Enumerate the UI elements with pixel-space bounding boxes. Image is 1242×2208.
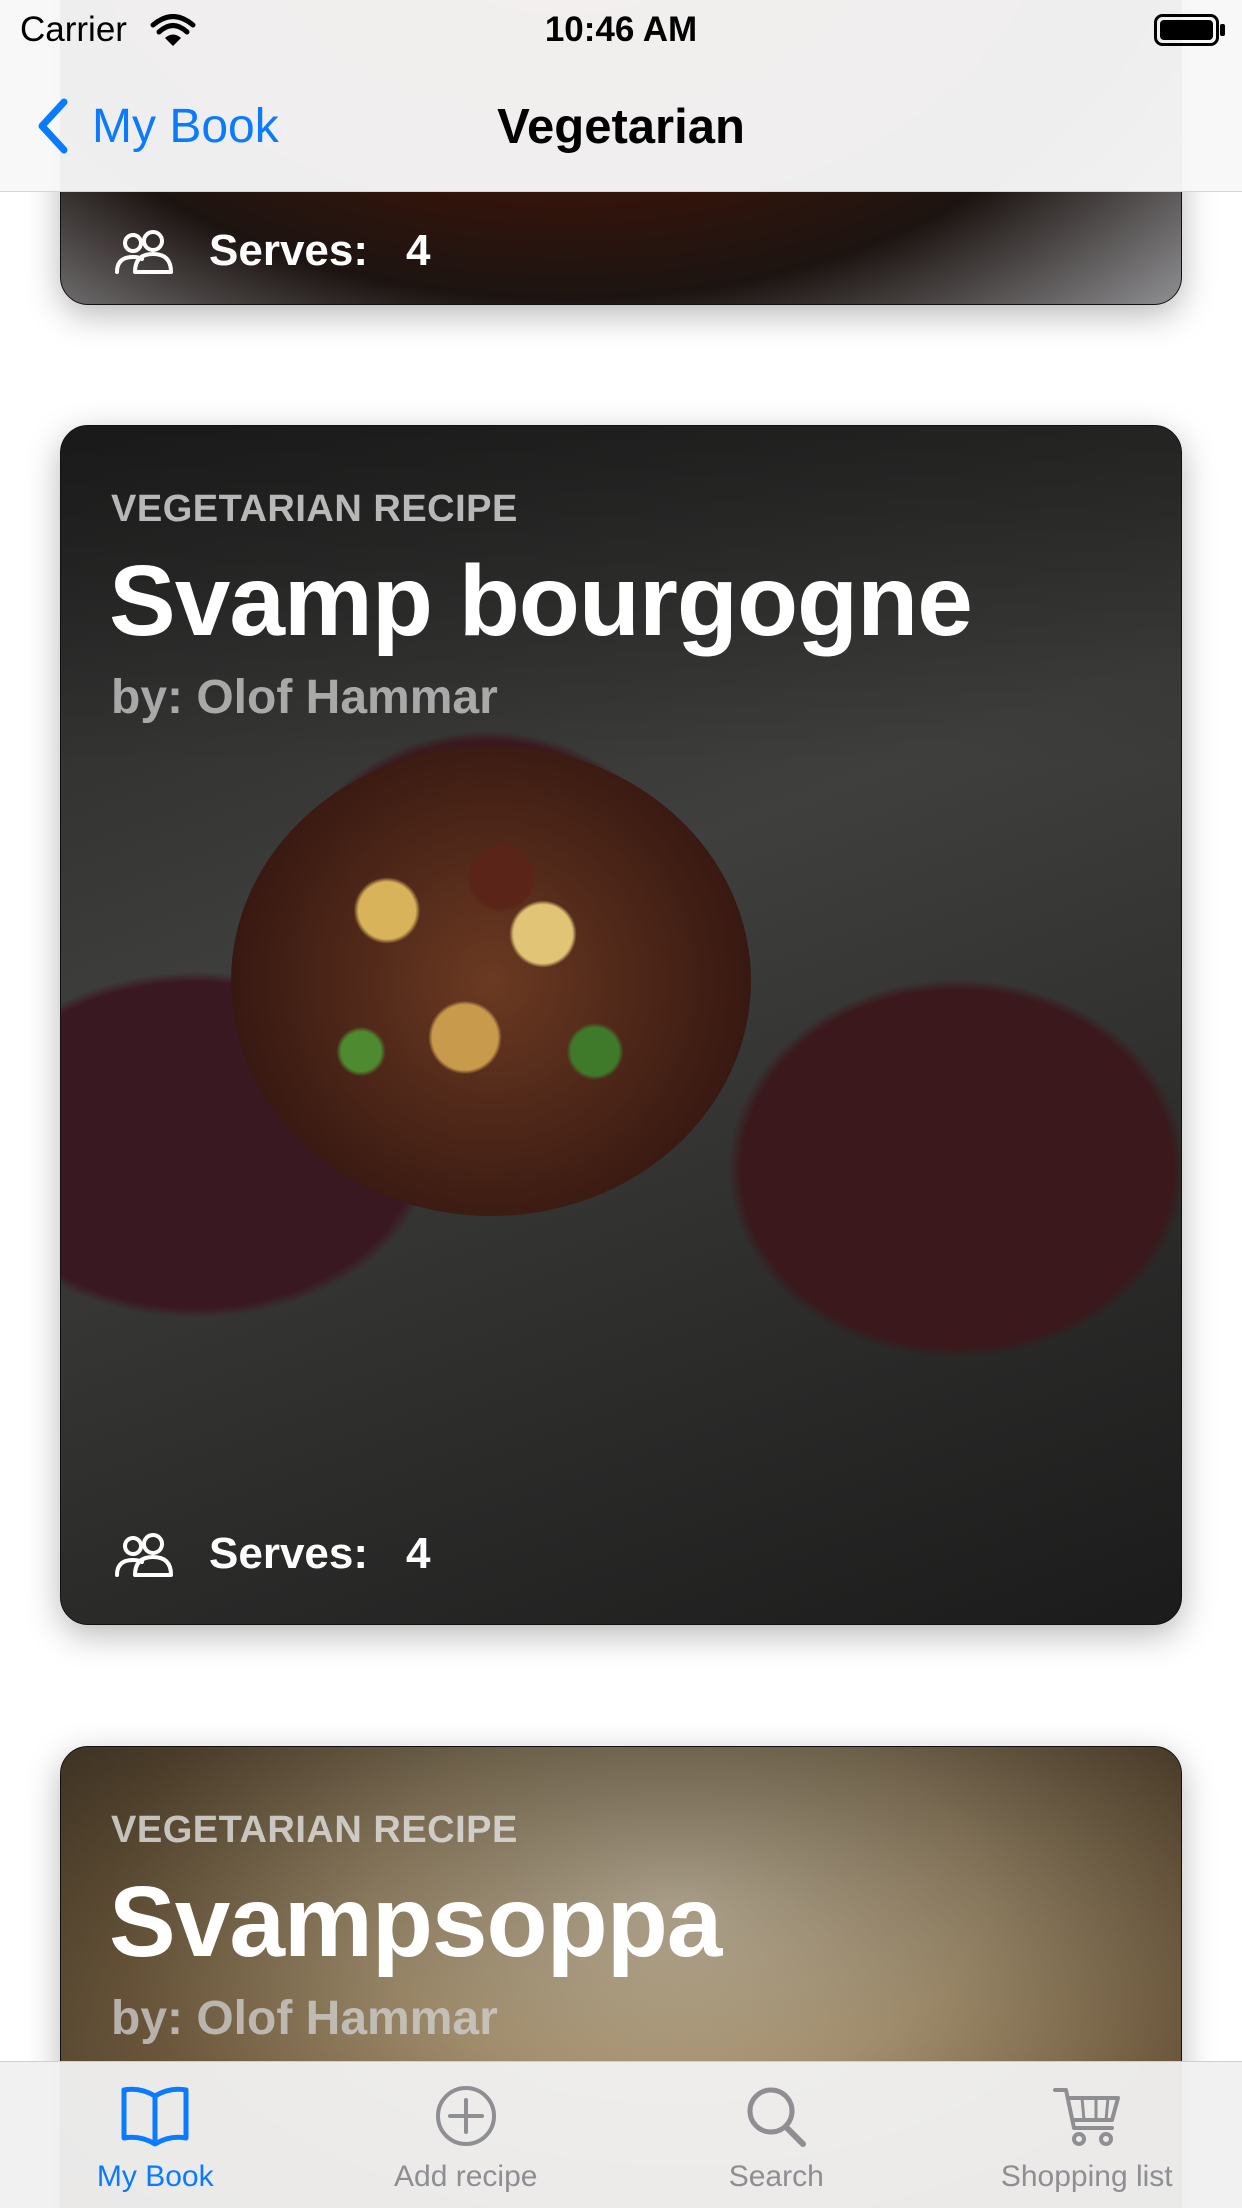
tab-label: Add recipe <box>394 2160 538 2193</box>
page-title: Vegetarian <box>497 100 745 154</box>
people-icon <box>115 230 173 274</box>
tab-label: Search <box>728 2160 824 2193</box>
tab-bar: My Book Add recipe Search Shopping list <box>0 2061 1242 2208</box>
search-icon <box>747 2087 807 2147</box>
serves-count: 4 <box>406 226 431 275</box>
book-icon <box>121 2086 189 2147</box>
recipe-photo <box>231 746 751 1216</box>
recipe-author: by: Olof Hammar <box>111 1992 498 2045</box>
tab-shopping-list[interactable]: Shopping list <box>932 2062 1242 2208</box>
serves-label: Serves: <box>209 1529 369 1578</box>
tab-add-recipe[interactable]: Add recipe <box>311 2062 622 2208</box>
recipe-category: VEGETARIAN RECIPE <box>111 1809 518 1851</box>
clock: 10:46 AM <box>544 10 698 49</box>
serves-count: 4 <box>406 1529 431 1578</box>
navigation-bar: Carrier 10:46 AM My Book Vegetarian <box>0 0 1242 192</box>
cart-icon <box>1052 2088 1120 2146</box>
recipe-title: Svampsoppa <box>109 1866 722 1978</box>
serves-info: Serves: 4 <box>113 223 431 279</box>
status-bar: Carrier 10:46 AM <box>0 0 1242 62</box>
recipe-card[interactable]: VEGETARIAN RECIPE Svamp bourgogne by: Ol… <box>60 425 1182 1625</box>
people-icon <box>115 1533 173 1577</box>
tab-search[interactable]: Search <box>621 2062 932 2208</box>
recipe-title: Svamp bourgogne <box>109 545 973 657</box>
tab-label: Shopping list <box>1000 2160 1173 2193</box>
battery-icon <box>1154 14 1225 46</box>
tab-label: My Book <box>96 2160 214 2193</box>
serves-info: Serves: 4 <box>113 1526 431 1582</box>
recipe-author: by: Olof Hammar <box>111 671 498 724</box>
serves-label: Serves: <box>209 226 369 275</box>
tab-my-book[interactable]: My Book <box>0 2062 311 2208</box>
plus-circle-icon <box>435 2086 496 2146</box>
recipe-category: VEGETARIAN RECIPE <box>111 488 518 530</box>
